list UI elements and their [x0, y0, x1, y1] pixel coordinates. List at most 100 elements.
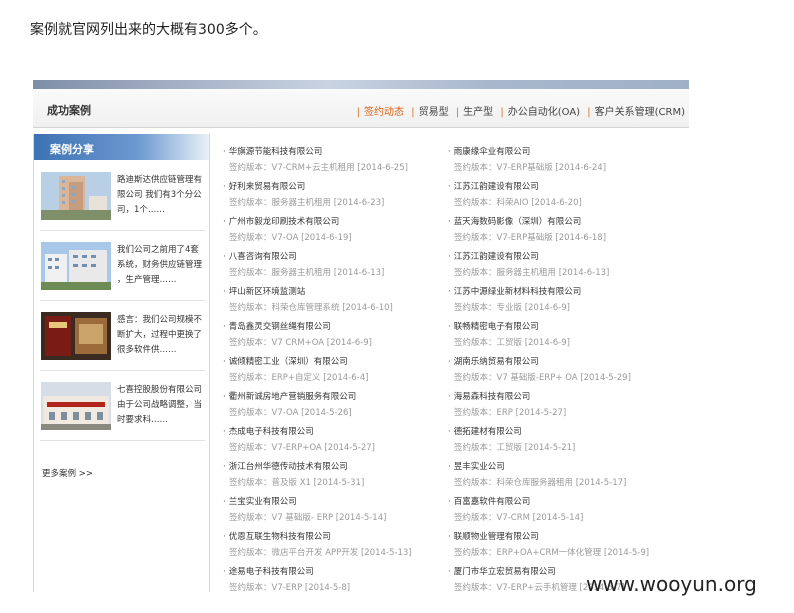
company-entry[interactable]: · 蓝天海数码影像（深圳）有限公司 签约版本：V7-ERP基础版 [2014-6-1… — [448, 215, 606, 243]
company-name-link[interactable]: · 江苏江韵建设有限公司 — [448, 250, 609, 262]
company-name[interactable]: 八喜咨询有限公司 — [229, 252, 297, 262]
company-name[interactable]: 江苏中源绿业新材料科技有限公司 — [454, 287, 582, 297]
bullet-icon: · — [223, 182, 226, 192]
company-entry[interactable]: · 华旗源节能科技有限公司 签约版本：V7-CRM+云主机租用 [2014-6-25… — [223, 145, 408, 173]
company-name[interactable]: 江苏江韵建设有限公司 — [454, 252, 539, 262]
company-entry[interactable]: · 八喜咨询有限公司 签约版本：服务器主机租用 [2014-6-13] — [223, 250, 384, 278]
company-name-link[interactable]: · 联畅精密电子有限公司 — [448, 320, 570, 332]
company-name[interactable]: 优恩互联生物科技有限公司 — [229, 532, 331, 542]
case-item[interactable]: 我们公司之前用了4套 系统，财务供应链管理 ，生产管理…… — [40, 238, 205, 301]
company-name[interactable]: 厦门市华立宏贸易有限公司 — [454, 567, 556, 577]
case-thumbnail-building[interactable] — [41, 172, 111, 220]
tab-signing-news[interactable]: 签约动态 — [364, 107, 404, 118]
company-entry[interactable]: · 浙江台州华德传动技术有限公司 签约版本：普及版 X1 [2014-5-31] — [223, 460, 364, 488]
company-name-link[interactable]: · 坪山新区环境监测站 — [223, 285, 393, 297]
company-name-link[interactable]: · 途易电子科技有限公司 — [223, 565, 350, 577]
case-thumbnail-factory[interactable] — [41, 242, 111, 290]
company-name[interactable]: 广州市毅龙印刷技术有限公司 — [229, 217, 340, 227]
company-name[interactable]: 雨康缘伞业有限公司 — [454, 147, 531, 157]
top-decor-bar — [33, 80, 689, 89]
company-entry[interactable]: · 江苏江韵建设有限公司 签约版本：科荣AIO [2014-6-20] — [448, 180, 582, 208]
company-name-link[interactable]: · 江苏江韵建设有限公司 — [448, 180, 582, 192]
company-name[interactable]: 华旗源节能科技有限公司 — [229, 147, 323, 157]
company-name[interactable]: 坪山新区环境监测站 — [229, 287, 306, 297]
company-name[interactable]: 途易电子科技有限公司 — [229, 567, 314, 577]
case-excerpt[interactable]: 感言：我们公司规模不 断扩大，过程中更换了 很多软件供…… — [117, 313, 207, 358]
company-name[interactable]: 联畅精密电子有限公司 — [454, 322, 539, 332]
case-excerpt[interactable]: 路迪斯达供应链管理有 限公司 我们有3个分公 司，1个…… — [117, 173, 207, 218]
company-name[interactable]: 杰成电子科技有限公司 — [229, 427, 314, 437]
company-entry[interactable]: · 优恩互联生物科技有限公司 签约版本：微店平台开发 APP开发 [2014-5-1… — [223, 530, 412, 558]
company-name-link[interactable]: · 八喜咨询有限公司 — [223, 250, 384, 262]
company-name-link[interactable]: · 诚倾精密工业（深圳）有限公司 — [223, 355, 368, 367]
company-name-link[interactable]: · 广州市毅龙印刷技术有限公司 — [223, 215, 352, 227]
tab-oa[interactable]: 办公自动化(OA) — [508, 107, 580, 118]
company-name-link[interactable]: · 湖南乐纳贸易有限公司 — [448, 355, 631, 367]
company-name-link[interactable]: · 联顺物业管理有限公司 — [448, 530, 649, 542]
company-entry[interactable]: · 江苏江韵建设有限公司 签约版本：服务器主机租用 [2014-6-13] — [448, 250, 609, 278]
company-name-link[interactable]: · 海易森科技有限公司 — [448, 390, 566, 402]
company-entry[interactable]: · 途易电子科技有限公司 签约版本：V7-ERP [2014-5-8] — [223, 565, 350, 592]
case-thumbnail-office[interactable] — [41, 382, 111, 430]
company-name-link[interactable]: · 青岛鑫灵交钢丝绳有限公司 — [223, 320, 372, 332]
tab-crm[interactable]: 客户关系管理(CRM) — [595, 107, 685, 118]
company-name-link[interactable]: · 德拓建材有限公司 — [448, 425, 575, 437]
company-name-link[interactable]: · 优恩互联生物科技有限公司 — [223, 530, 412, 542]
company-name-link[interactable]: · 衢州新诚房地产营销服务有限公司 — [223, 390, 356, 402]
company-name[interactable]: 百富嘉软件有限公司 — [454, 497, 531, 507]
company-entry[interactable]: · 坪山新区环境监测站 签约版本：科荣仓库管理系统 [2014-6-10] — [223, 285, 393, 313]
company-entry[interactable]: · 衢州新诚房地产营销服务有限公司 签约版本：V7-OA [2014-5-26] — [223, 390, 356, 418]
company-entry[interactable]: · 百富嘉软件有限公司 签约版本：V7-CRM [2014-5-14] — [448, 495, 583, 523]
tab-trade[interactable]: 贸易型 — [419, 107, 449, 118]
company-name-link[interactable]: · 昱丰实业公司 — [448, 460, 626, 472]
company-entry[interactable]: · 昱丰实业公司 签约版本：科荣仓库服务器租用 [2014-5-17] — [448, 460, 626, 488]
company-entry[interactable]: · 湖南乐纳贸易有限公司 签约版本：V7 基础版-ERP+ OA [2014-5-2… — [448, 355, 631, 383]
tab-production[interactable]: 生产型 — [463, 107, 493, 118]
company-name[interactable]: 联顺物业管理有限公司 — [454, 532, 539, 542]
company-entry[interactable]: · 联顺物业管理有限公司 签约版本：ERP+OA+CRM一体化管理 [2014-5-… — [448, 530, 649, 558]
company-name[interactable]: 蓝天海数码影像（深圳）有限公司 — [454, 217, 582, 227]
company-name-link[interactable]: · 蓝天海数码影像（深圳）有限公司 — [448, 215, 606, 227]
case-excerpt[interactable]: 我们公司之前用了4套 系统，财务供应链管理 ，生产管理…… — [117, 243, 207, 288]
company-name-link[interactable]: · 浙江台州华德传动技术有限公司 — [223, 460, 364, 472]
company-name[interactable]: 湖南乐纳贸易有限公司 — [454, 357, 539, 367]
company-name-link[interactable]: · 华旗源节能科技有限公司 — [223, 145, 408, 157]
case-item[interactable]: 路迪斯达供应链管理有 限公司 我们有3个分公 司，1个…… — [40, 168, 205, 231]
company-entry[interactable]: · 联畅精密电子有限公司 签约版本：工贸版 [2014-6-9] — [448, 320, 570, 348]
case-line: 限公司 我们有3个分公 — [117, 190, 202, 200]
company-name[interactable]: 青岛鑫灵交钢丝绳有限公司 — [229, 322, 331, 332]
company-name-link[interactable]: · 好利来贸易有限公司 — [223, 180, 384, 192]
company-name[interactable]: 诚倾精密工业（深圳）有限公司 — [229, 357, 348, 367]
company-name-link[interactable]: · 雨康缘伞业有限公司 — [448, 145, 606, 157]
company-name[interactable]: 江苏江韵建设有限公司 — [454, 182, 539, 192]
bullet-icon: · — [448, 287, 451, 297]
company-name-link[interactable]: · 兰宝实业有限公司 — [223, 495, 386, 507]
company-entry[interactable]: · 好利来贸易有限公司 签约版本：服务器主机租用 [2014-6-23] — [223, 180, 384, 208]
company-name[interactable]: 浙江台州华德传动技术有限公司 — [229, 462, 348, 472]
company-entry[interactable]: · 兰宝实业有限公司 签约版本：V7 基础版- ERP [2014-5-14] — [223, 495, 386, 523]
case-item[interactable]: 感言：我们公司规模不 断扩大，过程中更换了 很多软件供…… — [40, 308, 205, 371]
case-excerpt[interactable]: 七喜控股股份有限公司 由于公司战略调整，当 时要求科…… — [117, 383, 207, 428]
company-entry[interactable]: · 雨康缘伞业有限公司 签约版本：V7-ERP基础版 [2014-6-24] — [448, 145, 606, 173]
company-name[interactable]: 好利来贸易有限公司 — [229, 182, 306, 192]
company-entry[interactable]: · 诚倾精密工业（深圳）有限公司 签约版本：ERP+自定义 [2014-6-4] — [223, 355, 368, 383]
company-name-link[interactable]: · 杰成电子科技有限公司 — [223, 425, 375, 437]
company-name[interactable]: 兰宝实业有限公司 — [229, 497, 297, 507]
company-name[interactable]: 德拓建材有限公司 — [454, 427, 522, 437]
bullet-icon: · — [448, 217, 451, 227]
company-entry[interactable]: · 杰成电子科技有限公司 签约版本：V7-ERP+OA [2014-5-27] — [223, 425, 375, 453]
case-item[interactable]: 七喜控股股份有限公司 由于公司战略调整，当 时要求科…… — [40, 378, 205, 441]
company-entry[interactable]: · 江苏中源绿业新材料科技有限公司 签约版本：专业版 [2014-6-9] — [448, 285, 581, 313]
company-name-link[interactable]: · 百富嘉软件有限公司 — [448, 495, 583, 507]
company-name-link[interactable]: · 江苏中源绿业新材料科技有限公司 — [448, 285, 581, 297]
case-thumbnail-storefront[interactable] — [41, 312, 111, 360]
more-cases-link[interactable]: 更多案例 >> — [42, 467, 93, 479]
company-name[interactable]: 昱丰实业公司 — [454, 462, 505, 472]
company-entry[interactable]: · 海易森科技有限公司 签约版本：ERP [2014-5-27] — [448, 390, 566, 418]
bullet-icon: · — [448, 532, 451, 542]
company-entry[interactable]: · 德拓建材有限公司 签约版本：工贸版 [2014-5-21] — [448, 425, 575, 453]
company-entry[interactable]: · 青岛鑫灵交钢丝绳有限公司 签约版本：V7 CRM+OA [2014-6-9] — [223, 320, 372, 348]
company-entry[interactable]: · 广州市毅龙印刷技术有限公司 签约版本：V7-OA [2014-6-19] — [223, 215, 352, 243]
company-name[interactable]: 衢州新诚房地产营销服务有限公司 — [229, 392, 357, 402]
company-name[interactable]: 海易森科技有限公司 — [454, 392, 531, 402]
